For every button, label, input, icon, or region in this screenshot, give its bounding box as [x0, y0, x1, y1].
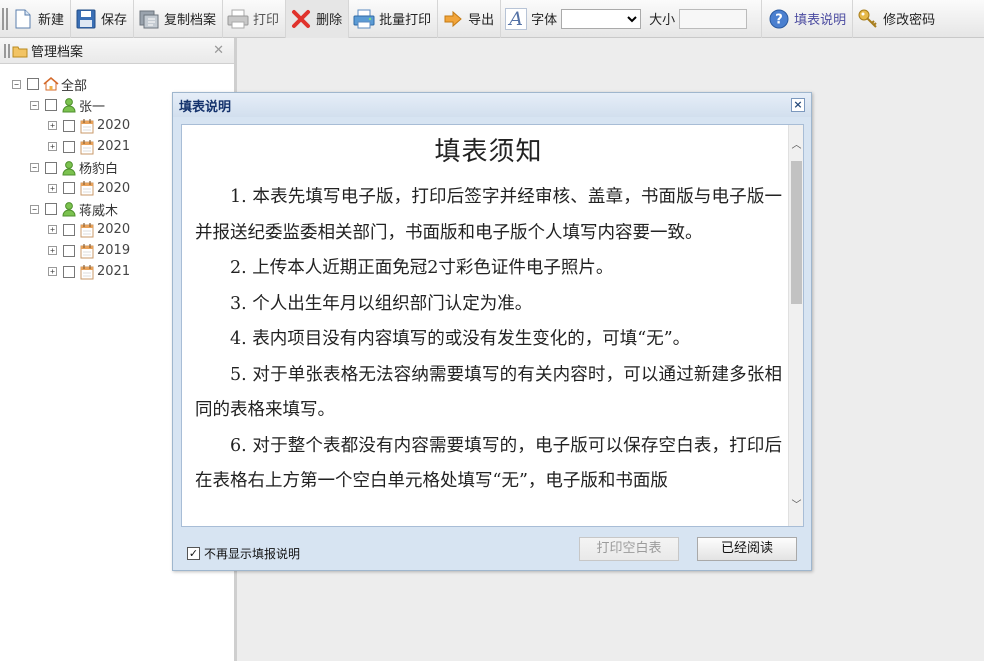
- instructions-heading: 填表须知: [434, 137, 543, 167]
- instructions-text: 填表须知 1. 本表先填写电子版，打印后签字并经审核、盖章，书面版与电子版一并报…: [182, 125, 790, 500]
- calendar-icon: [79, 222, 95, 238]
- delete-x-icon: [290, 8, 312, 30]
- copy-archive-button[interactable]: 复制档案: [134, 0, 224, 38]
- save-button[interactable]: 保存: [71, 0, 135, 38]
- dialog-titlebar: 填表说明 ×: [173, 93, 811, 117]
- save-icon: [75, 8, 97, 30]
- tree-checkbox[interactable]: [45, 161, 57, 174]
- expand-icon[interactable]: +: [48, 246, 57, 256]
- tree-checkbox[interactable]: [45, 203, 57, 216]
- panel-header: 管理档案 ✕: [0, 38, 234, 64]
- print-button[interactable]: 打印: [223, 0, 287, 38]
- scroll-down-icon[interactable]: ﹀: [789, 497, 803, 514]
- help-dialog: 填表说明 × 填表须知 1. 本表先填写电子版，打印后签字并经审核、盖章，书面版…: [172, 92, 812, 571]
- help-question-icon: ?: [768, 8, 790, 30]
- expand-icon[interactable]: +: [48, 183, 57, 193]
- tree-checkbox[interactable]: [63, 223, 75, 236]
- tree-checkbox[interactable]: [63, 244, 75, 257]
- dialog-content-area: 填表须知 1. 本表先填写电子版，打印后签字并经审核、盖章，书面版与电子版一并报…: [181, 124, 804, 527]
- tree-checkbox[interactable]: [63, 140, 75, 153]
- help-button[interactable]: ? 填表说明: [762, 0, 854, 38]
- calendar-icon: [79, 243, 95, 259]
- tree-node-label: 2020: [97, 222, 131, 238]
- scroll-up-icon[interactable]: ︿: [789, 137, 803, 154]
- panel-close-icon[interactable]: ✕: [213, 43, 224, 58]
- tree-node-label: 蒋威木: [79, 203, 119, 219]
- tree-checkbox[interactable]: [63, 182, 75, 195]
- scroll-thumb[interactable]: [791, 161, 802, 304]
- tree-node-label: 2021: [97, 139, 131, 155]
- svg-text:?: ?: [775, 12, 783, 27]
- change-password-button[interactable]: 修改密码: [853, 0, 941, 38]
- font-label: 字体: [531, 13, 558, 28]
- export-arrow-icon: [442, 8, 464, 30]
- user-icon: [61, 160, 77, 176]
- panel-grip: [4, 43, 10, 58]
- delete-button[interactable]: 删除: [286, 0, 350, 38]
- export-button[interactable]: 导出: [438, 0, 502, 38]
- collapse-icon[interactable]: −: [30, 163, 39, 173]
- vertical-scrollbar[interactable]: ︿ ﹀: [788, 125, 803, 526]
- printer-icon: [227, 8, 249, 30]
- copy-icon: [138, 8, 160, 30]
- calendar-icon: [79, 118, 95, 134]
- tree-checkbox[interactable]: [63, 265, 75, 278]
- tree-node-label: 2021: [97, 264, 131, 280]
- instruction-paragraph: 6. 对于整个表都没有内容需要填写的，电子版可以保存空白表，打印后在表格右上方第…: [195, 435, 782, 492]
- dont-show-again-label: 不再显示填报说明: [204, 547, 301, 561]
- print-blank-button[interactable]: 打印空白表: [579, 537, 679, 561]
- dialog-close-icon[interactable]: ×: [791, 98, 805, 112]
- home-icon: [43, 76, 59, 92]
- dont-show-again-option[interactable]: ✓ 不再显示填报说明: [187, 545, 300, 562]
- dialog-footer: ✓ 不再显示填报说明 打印空白表 已经阅读: [173, 533, 811, 569]
- tree-node-label: 全部: [61, 78, 88, 94]
- dialog-title: 填表说明: [179, 99, 232, 115]
- archive-folder-icon: [12, 43, 28, 59]
- tree-node-label: 杨豹白: [79, 162, 119, 178]
- collapse-icon[interactable]: −: [30, 100, 39, 110]
- key-icon: [857, 8, 879, 30]
- expand-icon[interactable]: +: [48, 267, 57, 277]
- collapse-icon[interactable]: −: [30, 204, 39, 214]
- instruction-paragraph: 3. 个人出生年月以组织部门认定为准。: [230, 293, 533, 314]
- batch-printer-icon: [353, 8, 375, 30]
- batch-print-button[interactable]: 批量打印: [349, 0, 439, 38]
- toolbar: 新建 保存 复制档案 打印 删除 批量打印 导出 A 字体 大小 ? 填表说明 …: [0, 0, 984, 38]
- expand-icon[interactable]: +: [48, 225, 57, 235]
- size-input[interactable]: [679, 8, 748, 29]
- new-button[interactable]: 新建: [8, 0, 72, 38]
- instruction-paragraph: 5. 对于单张表格无法容纳需要填写的有关内容时，可以通过新建多张相同的表格来填写…: [195, 364, 782, 421]
- user-icon: [61, 97, 77, 113]
- instruction-paragraph: 1. 本表先填写电子版，打印后签字并经审核、盖章，书面版与电子版一并报送纪委监委…: [195, 187, 782, 243]
- calendar-icon: [79, 180, 95, 196]
- tree-node-label: 2020: [97, 180, 131, 196]
- tree-node-label: 2019: [97, 243, 131, 259]
- font-control: A 字体: [501, 0, 645, 38]
- font-italic-a-icon: A: [505, 7, 528, 30]
- size-label: 大小: [649, 13, 676, 28]
- tree-checkbox[interactable]: [63, 119, 75, 132]
- calendar-icon: [79, 139, 95, 155]
- panel-title: 管理档案: [31, 45, 84, 60]
- font-select[interactable]: [561, 8, 642, 29]
- already-read-button[interactable]: 已经阅读: [697, 537, 797, 561]
- user-icon: [61, 201, 77, 217]
- instruction-paragraph: 4. 表内项目没有内容填写的或没有发生变化的，可填“无”。: [230, 329, 691, 349]
- dont-show-again-checkbox[interactable]: ✓: [187, 547, 200, 560]
- calendar-icon: [79, 264, 95, 280]
- tree-node-label: 张一: [79, 99, 106, 115]
- collapse-icon[interactable]: −: [12, 79, 21, 89]
- tree-checkbox[interactable]: [27, 78, 39, 91]
- tree-node-label: 2020: [97, 118, 131, 134]
- expand-icon[interactable]: +: [48, 142, 57, 152]
- instruction-paragraph: 2. 上传本人近期正面免冠2寸彩色证件电子照片。: [230, 258, 614, 278]
- expand-icon[interactable]: +: [48, 121, 57, 131]
- new-file-icon: [12, 8, 34, 30]
- tree-checkbox[interactable]: [45, 99, 57, 112]
- size-control: 大小: [645, 0, 763, 38]
